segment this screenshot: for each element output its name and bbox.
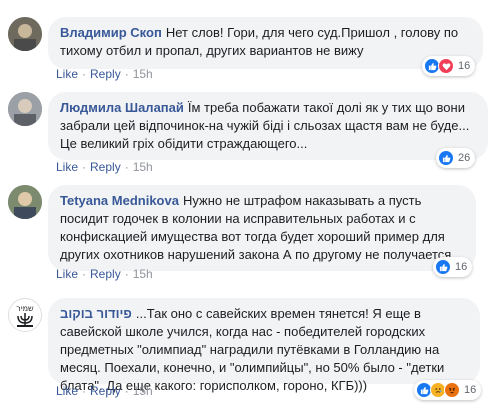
comment-actions: Like · Reply · 15h [56, 160, 153, 174]
separator: · [82, 267, 87, 281]
like-link[interactable]: Like [56, 384, 78, 398]
like-icon [435, 259, 451, 275]
comment-bubble: Людмила Шалапай Їм треба побажати такої д… [48, 92, 488, 160]
reactions-count: 26 [458, 152, 471, 164]
like-link[interactable]: Like [56, 267, 78, 281]
svg-text:שמיר: שמיר [16, 304, 34, 313]
reactions-badge[interactable]: 26 [436, 148, 476, 168]
separator: · [124, 384, 129, 398]
reactions-badge[interactable]: 16 [414, 380, 482, 400]
comment-author[interactable]: פיודור בוקוב [60, 306, 132, 321]
reply-link[interactable]: Reply [90, 384, 121, 398]
separator: · [124, 267, 129, 281]
reactions-count: 16 [455, 261, 468, 273]
reply-link[interactable]: Reply [90, 267, 121, 281]
separator: · [82, 160, 87, 174]
comment-bubble: Tetyana Mednikova Нужно не штрафом наказы… [48, 185, 476, 271]
separator: · [82, 384, 87, 398]
angry-icon [444, 382, 460, 398]
like-link[interactable]: Like [56, 160, 78, 174]
reactions-count: 16 [458, 60, 471, 72]
avatar[interactable] [8, 17, 42, 51]
timestamp[interactable]: 15h [133, 160, 153, 174]
avatar[interactable] [8, 92, 42, 126]
comment-bubble: Владимир Скоп Нет слов! Гори, для чего су… [48, 17, 483, 69]
comment-author[interactable]: Людмила Шалапай [60, 100, 184, 115]
separator: · [124, 160, 129, 174]
comment-actions: Like · Reply · 15h [56, 267, 153, 281]
comment-bubble: פיודור בוקוב ...Так оно с савейских време… [48, 298, 480, 393]
reactions-count: 16 [464, 384, 477, 396]
avatar[interactable] [8, 185, 42, 219]
timestamp[interactable]: 15h [133, 67, 153, 81]
separator: · [82, 67, 87, 81]
like-icon [438, 150, 454, 166]
reply-link[interactable]: Reply [90, 160, 121, 174]
like-link[interactable]: Like [56, 67, 78, 81]
comment-author[interactable]: Владимир Скоп [60, 25, 162, 40]
timestamp[interactable]: 15h [133, 267, 153, 281]
avatar[interactable]: שמיר [8, 298, 42, 332]
comment-author[interactable]: Tetyana Mednikova [60, 193, 179, 208]
reactions-badge[interactable]: 16 [422, 56, 476, 76]
reactions-badge[interactable]: 16 [433, 257, 473, 277]
love-icon [438, 58, 454, 74]
comment-actions: Like · Reply · 15h [56, 67, 153, 81]
separator: · [124, 67, 129, 81]
timestamp[interactable]: 15h [133, 384, 153, 398]
reply-link[interactable]: Reply [90, 67, 121, 81]
comment-actions: Like · Reply · 15h [56, 384, 153, 398]
